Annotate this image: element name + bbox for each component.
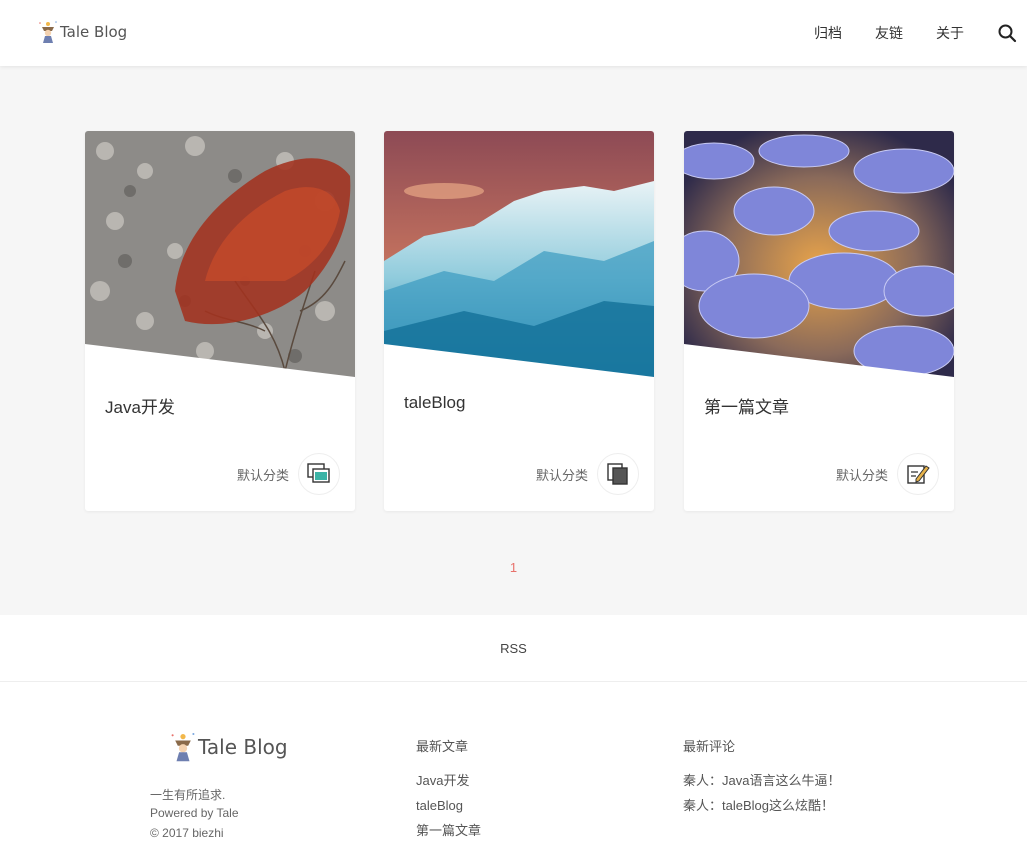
latest-posts: 最新文章 Java开发 taleBlog 第一篇文章 <box>416 736 481 847</box>
post-category[interactable]: 默认分类 <box>836 465 888 484</box>
latest-comment-link[interactable]: 秦人：Java语言这么牛逼！ <box>683 772 840 797</box>
post-card[interactable]: 第一篇文章 默认分类 <box>684 131 954 511</box>
nav-links[interactable]: 友链 <box>875 23 903 43</box>
latest-posts-title: 最新文章 <box>416 739 469 754</box>
post-title[interactable]: 第一篇文章 <box>704 393 789 418</box>
latest-comment-link[interactable]: 秦人：taleBlog这么炫酷！ <box>683 797 840 822</box>
post-cover-image <box>85 131 355 377</box>
brand-name: Tale Blog <box>60 23 128 41</box>
post-badge <box>897 453 939 495</box>
post-category[interactable]: 默认分类 <box>237 465 289 484</box>
footer-brand: Tale Blog <box>170 731 288 763</box>
post-category[interactable]: 默认分类 <box>536 465 588 484</box>
nav-archive[interactable]: 归档 <box>814 23 842 43</box>
post-card[interactable]: taleBlog 默认分类 <box>384 131 654 511</box>
tale-logo-icon <box>39 21 57 43</box>
page-1-link[interactable]: 1 <box>510 560 517 575</box>
latest-post-link[interactable]: 第一篇文章 <box>416 822 481 847</box>
post-badge <box>298 453 340 495</box>
rss-bar: RSS <box>0 615 1027 682</box>
tale-logo-icon <box>171 732 195 762</box>
footer-powered: Powered by Tale <box>150 806 239 820</box>
post-list: Java开发 默认分类 taleBlog 默认分类 第一篇文章 默认分类 1 <box>0 66 1027 615</box>
brand-link[interactable]: Tale Blog <box>38 20 127 44</box>
site-footer: Tale Blog 一生有所追求. Powered by Tale © 2017… <box>0 683 1027 853</box>
pagination: 1 <box>0 560 1027 575</box>
gallery-icon <box>307 463 330 483</box>
copy-icon <box>607 463 628 485</box>
post-cover-image <box>684 131 954 377</box>
nav-about[interactable]: 关于 <box>936 23 964 43</box>
footer-copyright: © 2017 biezhi <box>150 826 224 840</box>
latest-post-link[interactable]: taleBlog <box>416 797 481 822</box>
rss-link[interactable]: RSS <box>500 641 527 656</box>
post-title[interactable]: Java开发 <box>105 393 175 418</box>
footer-brand-name: Tale Blog <box>198 735 288 759</box>
latest-comments-title: 最新评论 <box>683 739 736 754</box>
post-card[interactable]: Java开发 默认分类 <box>85 131 355 511</box>
search-icon[interactable] <box>997 23 1017 43</box>
footer-tagline: 一生有所追求. <box>150 788 226 802</box>
latest-comments: 最新评论 秦人：Java语言这么牛逼！ 秦人：taleBlog这么炫酷！ <box>683 736 840 822</box>
site-header: Tale Blog 归档 友链 关于 <box>0 0 1027 66</box>
post-badge <box>597 453 639 495</box>
post-title[interactable]: taleBlog <box>404 393 465 413</box>
main-nav: 归档 友链 关于 <box>814 0 1027 66</box>
edit-icon <box>907 465 930 484</box>
post-cover-image <box>384 131 654 377</box>
latest-post-link[interactable]: Java开发 <box>416 772 481 797</box>
